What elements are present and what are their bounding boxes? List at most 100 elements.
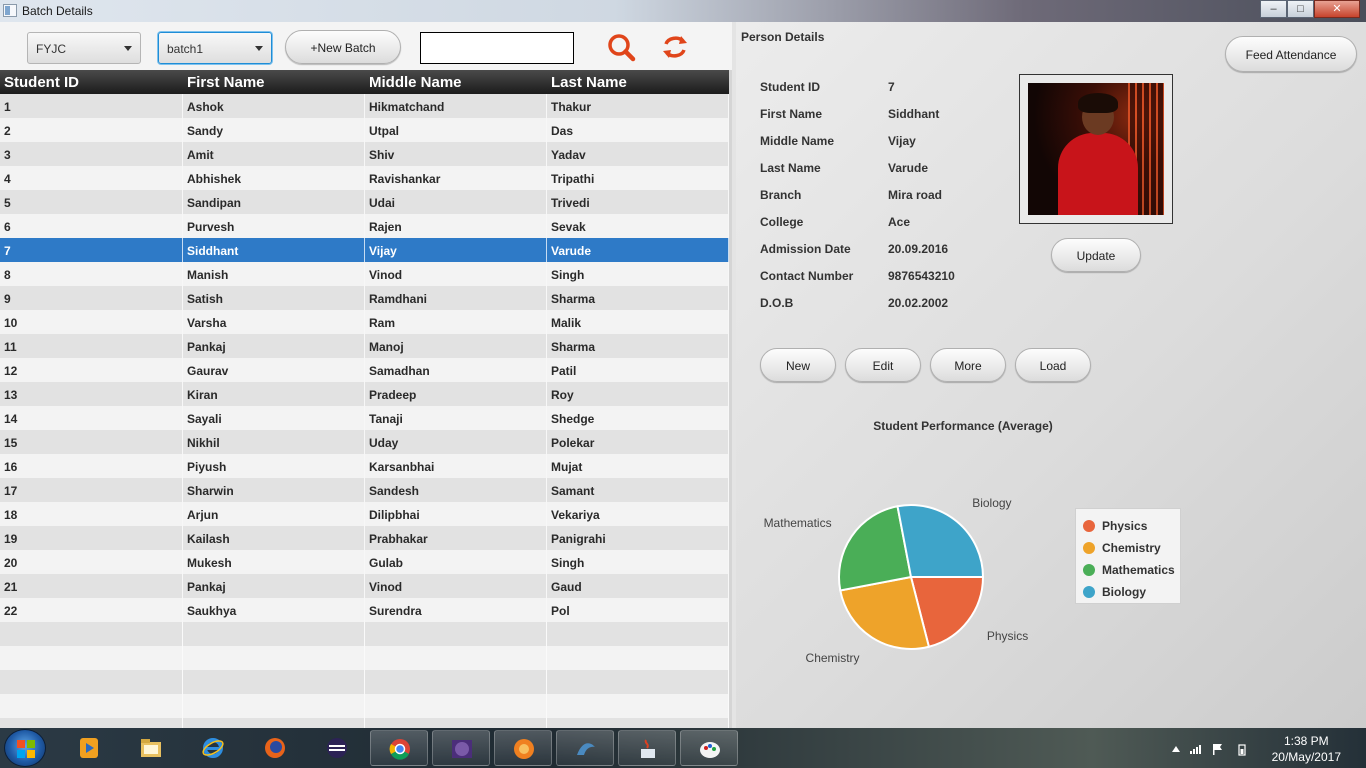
cell-first-name: Kailash xyxy=(183,526,365,550)
taskbar-app-orange[interactable] xyxy=(494,730,552,766)
new-button[interactable]: New xyxy=(760,348,836,382)
column-header-last-name[interactable]: Last Name xyxy=(547,70,729,94)
table-row[interactable]: 19 Kailash Prabhakar Panigrahi xyxy=(0,526,729,550)
table-row[interactable]: 10 Varsha Ram Malik xyxy=(0,310,729,334)
table-row[interactable]: 16 Piyush Karsanbhai Mujat xyxy=(0,454,729,478)
empty-cell xyxy=(547,694,729,718)
cell-student-id: 8 xyxy=(0,262,183,286)
cell-last-name: Tripathi xyxy=(547,166,729,190)
table-row[interactable]: 13 Kiran Pradeep Roy xyxy=(0,382,729,406)
table-row[interactable]: 7 Siddhant Vijay Varude xyxy=(0,238,729,262)
table-row[interactable]: 1 Ashok Hikmatchand Thakur xyxy=(0,94,729,118)
student-table-body: 1 Ashok Hikmatchand Thakur 2 Sandy Utpal Das 3 Am… xyxy=(0,94,729,742)
refresh-button[interactable] xyxy=(660,32,690,62)
toolbar: FYJC batch1 +New Batch xyxy=(0,22,732,70)
cell-last-name: Gaud xyxy=(547,574,729,598)
table-row[interactable]: 18 Arjun Dilipbhai Vekariya xyxy=(0,502,729,526)
more-button[interactable]: More xyxy=(930,348,1006,382)
load-button[interactable]: Load xyxy=(1015,348,1091,382)
column-header-middle-name[interactable]: Middle Name xyxy=(365,70,547,94)
close-button[interactable]: ✕ xyxy=(1314,0,1360,18)
detail-label: Middle Name xyxy=(760,134,835,148)
cell-student-id: 19 xyxy=(0,526,183,550)
detail-row: College Ace xyxy=(760,215,955,242)
mysql-workbench-icon xyxy=(577,743,595,755)
cell-first-name: Mukesh xyxy=(183,550,365,574)
show-hidden-icons-icon xyxy=(1172,746,1180,752)
batch-panel: FYJC batch1 +New Batch Student ID First … xyxy=(0,22,732,742)
cell-student-id: 2 xyxy=(0,118,183,142)
table-row[interactable]: 3 Amit Shiv Yadav xyxy=(0,142,729,166)
performance-pie-chart: Student Performance (Average) Physics Chem… xyxy=(764,419,1053,665)
table-row[interactable]: 8 Manish Vinod Singh xyxy=(0,262,729,286)
taskbar-firefox[interactable] xyxy=(246,730,304,766)
column-header-first-name[interactable]: First Name xyxy=(183,70,365,94)
start-button[interactable] xyxy=(4,729,46,767)
search-input[interactable] xyxy=(420,32,574,64)
table-row[interactable]: 22 Saukhya Surendra Pol xyxy=(0,598,729,622)
update-button[interactable]: Update xyxy=(1051,238,1141,272)
taskbar-eclipse[interactable] xyxy=(308,730,366,766)
table-row[interactable]: 5 Sandipan Udai Trivedi xyxy=(0,190,729,214)
table-row[interactable]: 6 Purvesh Rajen Sevak xyxy=(0,214,729,238)
clock[interactable]: 1:38 PM 20/May/2017 xyxy=(1272,733,1341,765)
clock-time: 1:38 PM xyxy=(1283,734,1329,748)
legend-item: Physics xyxy=(1083,515,1180,537)
cell-first-name: Saukhya xyxy=(183,598,365,622)
table-row[interactable]: 15 Nikhil Uday Polekar xyxy=(0,430,729,454)
detail-value: Varude xyxy=(888,161,929,175)
detail-row: Student ID 7 xyxy=(760,80,955,107)
legend-label: Chemistry xyxy=(1102,541,1161,555)
cell-last-name: Shedge xyxy=(547,406,729,430)
legend-item: Biology xyxy=(1083,581,1180,603)
pie-slice-biology[interactable] xyxy=(896,504,985,578)
detail-value: Siddhant xyxy=(888,107,940,121)
cell-first-name: Abhishek xyxy=(183,166,365,190)
cell-last-name: Vekariya xyxy=(547,502,729,526)
taskbar-chrome[interactable] xyxy=(370,730,428,766)
windows-logo-icon xyxy=(17,740,35,758)
class-combo[interactable]: FYJC xyxy=(27,32,141,64)
minimize-button[interactable]: – xyxy=(1260,0,1287,18)
taskbar-windows-media-player[interactable] xyxy=(60,730,118,766)
taskbar-paint[interactable] xyxy=(680,730,738,766)
table-row[interactable]: 4 Abhishek Ravishankar Tripathi xyxy=(0,166,729,190)
table-row[interactable]: 17 Sharwin Sandesh Samant xyxy=(0,478,729,502)
taskbar-mysql-workbench[interactable] xyxy=(556,730,614,766)
table-row[interactable]: 21 Pankaj Vinod Gaud xyxy=(0,574,729,598)
cell-first-name: Satish xyxy=(183,286,365,310)
table-row[interactable]: 12 Gaurav Samadhan Patil xyxy=(0,358,729,382)
feed-attendance-button[interactable]: Feed Attendance xyxy=(1225,36,1357,72)
table-row[interactable]: 20 Mukesh Gulab Singh xyxy=(0,550,729,574)
taskbar-java-ee-ide[interactable] xyxy=(432,730,490,766)
tray-icons[interactable] xyxy=(1168,742,1278,756)
taskbar-java[interactable] xyxy=(618,730,676,766)
cell-last-name: Polekar xyxy=(547,430,729,454)
search-button[interactable] xyxy=(606,32,636,62)
maximize-button[interactable]: □ xyxy=(1287,0,1314,18)
taskbar-file-explorer[interactable] xyxy=(122,730,180,766)
table-row[interactable]: 14 Sayali Tanaji Shedge xyxy=(0,406,729,430)
cell-middle-name: Gulab xyxy=(365,550,547,574)
empty-cell xyxy=(365,646,547,670)
cell-student-id: 20 xyxy=(0,550,183,574)
table-row[interactable]: 11 Pankaj Manoj Sharma xyxy=(0,334,729,358)
table-row[interactable]: 2 Sandy Utpal Das xyxy=(0,118,729,142)
cell-middle-name: Pradeep xyxy=(365,382,547,406)
legend-swatch xyxy=(1083,586,1095,598)
edit-button[interactable]: Edit xyxy=(845,348,921,382)
new-batch-button[interactable]: +New Batch xyxy=(285,30,401,64)
cell-student-id: 12 xyxy=(0,358,183,382)
batch-combo[interactable]: batch1 xyxy=(158,32,272,64)
window-title: Batch Details xyxy=(22,4,93,18)
empty-cell xyxy=(547,622,729,646)
cell-middle-name: Sandesh xyxy=(365,478,547,502)
cell-student-id: 3 xyxy=(0,142,183,166)
cell-middle-name: Shiv xyxy=(365,142,547,166)
taskbar-internet-explorer[interactable] xyxy=(184,730,242,766)
table-row[interactable]: 9 Satish Ramdhani Sharma xyxy=(0,286,729,310)
column-header-student-id[interactable]: Student ID xyxy=(0,70,183,94)
pie-label: Chemistry xyxy=(806,651,860,665)
cell-student-id: 14 xyxy=(0,406,183,430)
cell-last-name: Das xyxy=(547,118,729,142)
